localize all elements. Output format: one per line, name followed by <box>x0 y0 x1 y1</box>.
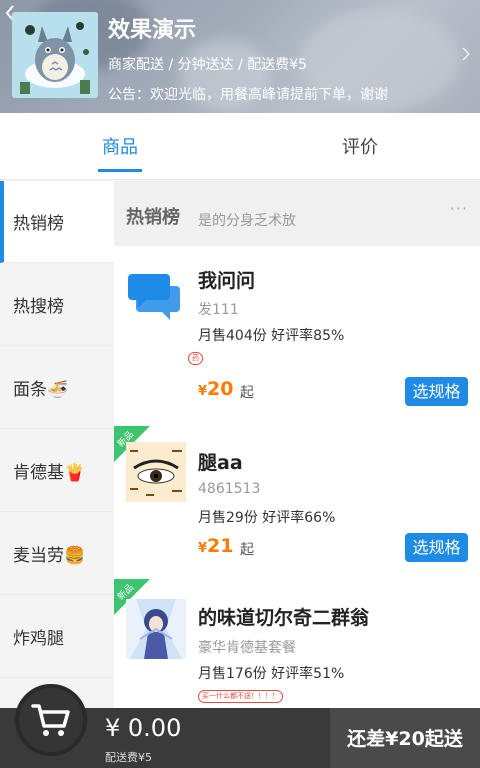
product-name: 的味道切尔奇二群翁 <box>198 607 370 629</box>
shopping-cart-icon <box>31 704 70 736</box>
product-price: ¥21 <box>198 535 234 557</box>
delivery-fee: 配送费¥5 <box>105 751 152 764</box>
sidebar-item-mcdonalds[interactable]: 麦当劳🍔 <box>0 513 114 595</box>
category-title: 热销榜 <box>126 207 180 228</box>
product-item[interactable]: 我问问 发111 月售404份 好评率85% 药 ¥20 起 选规格 <box>114 246 480 426</box>
anime-character-image <box>126 599 186 659</box>
shop-name: 效果演示 <box>108 18 197 43</box>
checkout-button[interactable]: 还差¥20起送 <box>330 708 480 768</box>
product-tag: 买一什么都不送！！！！ <box>198 690 283 703</box>
select-spec-button[interactable]: 选规格 <box>405 377 468 406</box>
chevron-right-icon <box>462 47 471 61</box>
sidebar-item-label: 肯德基🍟 <box>13 463 86 483</box>
price-suffix: 起 <box>240 385 254 401</box>
category-subtitle: 是的分身乏术放 <box>198 213 296 229</box>
sidebar-item-noodles[interactable]: 面条🍜 <box>0 347 114 429</box>
sidebar-item-label: 炸鸡腿 <box>13 629 64 649</box>
product-price: ¥20 <box>198 378 234 400</box>
product-item[interactable]: 新品 腿aa 4861513 月售29份 好评率66% ¥21 起 选规格 <box>114 426 480 579</box>
cart-total: ¥ 0.00 <box>105 714 182 742</box>
sidebar-item-label: 热销榜 <box>13 214 64 234</box>
eye-diagram-image <box>126 442 186 502</box>
category-header: 热销榜 是的分身乏术放 ··· <box>114 181 480 246</box>
product-name: 我问问 <box>198 270 256 292</box>
product-stats: 月售29份 好评率66% <box>198 510 336 526</box>
shop-detail-button[interactable] <box>462 46 471 65</box>
sidebar-item-kfc[interactable]: 肯德基🍟 <box>0 430 114 512</box>
product-list: 热销榜 是的分身乏术放 ··· 我问问 发111 月售404份 好评率85% 药… <box>114 181 480 708</box>
sidebar-item-label: 面条🍜 <box>13 380 69 400</box>
product-desc: 豪华肯德基套餐 <box>198 640 296 656</box>
cart-button[interactable] <box>15 684 87 756</box>
product-stats: 月售176份 好评率51% <box>198 666 345 682</box>
shop-delivery-info: 商家配送 / 分钟送达 / 配送费¥5 <box>108 57 308 73</box>
sidebar-item-fried-chicken[interactable]: 炸鸡腿 <box>0 596 114 678</box>
tab-active-indicator <box>98 169 142 172</box>
tab-bar: 商品 评价 <box>0 113 480 180</box>
price-suffix: 起 <box>240 542 254 558</box>
sidebar-item-hot-search[interactable]: 热搜榜 <box>0 264 114 346</box>
shop-header: 效果演示 商家配送 / 分钟送达 / 配送费¥5 公告：欢迎光临，用餐高峰请提前… <box>0 0 480 113</box>
tab-reviews[interactable]: 评价 <box>240 113 480 180</box>
shop-notice: 公告：欢迎光临，用餐高峰请提前下单，谢谢 <box>108 87 388 103</box>
select-spec-button[interactable]: 选规格 <box>405 533 468 562</box>
product-desc: 4861513 <box>198 481 261 497</box>
product-item[interactable]: 新品 的味道切尔奇二群翁 豪华肯德基套餐 月售176份 好评率51% 买一什么都… <box>114 579 480 708</box>
product-stats: 月售404份 好评率85% <box>198 328 345 344</box>
ellipsis-icon[interactable]: ··· <box>450 199 468 218</box>
shop-logo <box>12 12 98 98</box>
category-sidebar: 热销榜 热搜榜 面条🍜 肯德基🍟 麦当劳🍔 炸鸡腿 <box>0 181 114 708</box>
sidebar-item-label: 热搜榜 <box>13 297 64 317</box>
product-name: 腿aa <box>198 452 243 474</box>
product-tag: 药 <box>188 352 203 365</box>
product-desc: 发111 <box>198 302 239 318</box>
chat-bubbles-icon <box>126 266 186 326</box>
totoro-logo-image <box>12 12 98 98</box>
sidebar-item-hot-sales[interactable]: 热销榜 <box>0 181 114 263</box>
sidebar-item-label: 麦当劳🍔 <box>13 546 86 566</box>
